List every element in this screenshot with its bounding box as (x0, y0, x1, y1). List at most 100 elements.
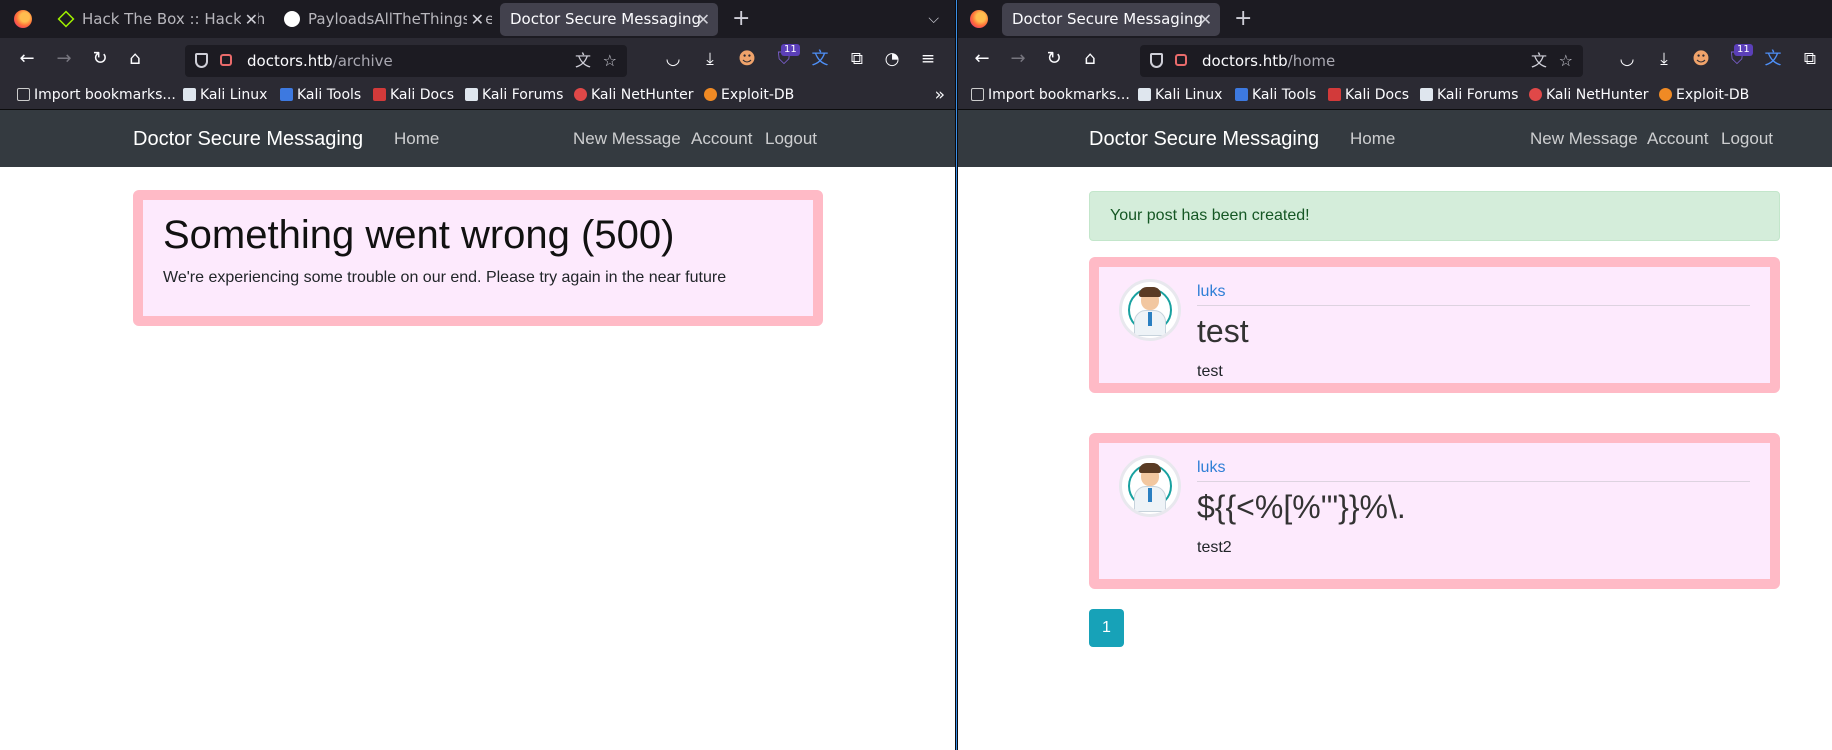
nav-home[interactable]: Home (394, 128, 439, 150)
new-tab-icon[interactable]: + (1234, 4, 1252, 34)
tab-list-chevron-icon[interactable]: ⌵ (928, 4, 939, 34)
home-icon[interactable]: ⌂ (1079, 48, 1101, 70)
bookmark-star-icon[interactable]: ☆ (1559, 45, 1573, 77)
forward-icon[interactable]: → (53, 48, 75, 70)
bookmarks-bar: Import bookmarks... Kali Linux Kali Tool… (0, 82, 955, 110)
back-icon[interactable]: ← (971, 48, 993, 70)
cookie-icon[interactable]: ◔ (880, 47, 904, 71)
post-title: ${{<%[%'"}}%\. (1197, 489, 1406, 525)
post-body: test2 (1197, 539, 1232, 556)
tab-payloadsallthethings[interactable]: PayloadsAllTheThings/Se ✕ (274, 3, 492, 36)
download-icon[interactable]: ⤓ (698, 47, 722, 71)
bookmark-kali-forums[interactable]: Kali Forums (1420, 82, 1518, 108)
translate-extension-icon[interactable]: 文 (808, 47, 832, 71)
shield-icon[interactable] (1150, 53, 1163, 68)
kali-tools-icon (1235, 88, 1248, 101)
bookmarks-bar: Import bookmarks... Kali Linux Kali Tool… (958, 82, 1832, 110)
kali-docs-icon (1328, 88, 1341, 101)
close-tab-icon[interactable]: ✕ (1199, 3, 1212, 36)
htb-cube-icon (57, 10, 75, 28)
close-tab-icon[interactable]: ✕ (697, 3, 710, 36)
tab-hackthebox[interactable]: Hack The Box :: Hack The ✕ (48, 3, 266, 36)
browser-window-left: Hack The Box :: Hack The ✕ PayloadsAllTh… (0, 0, 955, 750)
github-icon (284, 11, 300, 27)
url-bar[interactable]: doctors.htb/archive 文 ☆ (185, 45, 627, 77)
post-divider (1197, 305, 1750, 306)
nav-home[interactable]: Home (1350, 128, 1395, 150)
nav-new-message[interactable]: New Message (573, 128, 681, 150)
bookmark-kali-forums[interactable]: Kali Forums (465, 82, 563, 108)
nav-account[interactable]: Account (691, 128, 752, 150)
nav-new-message[interactable]: New Message (1530, 128, 1638, 150)
translate-icon[interactable]: 文 (1531, 45, 1547, 77)
error-message: We're experiencing some trouble on our e… (163, 269, 727, 286)
post-card: luks test test (1089, 257, 1780, 393)
extension-face-icon[interactable]: ☻ (735, 47, 759, 71)
pagination-page-1[interactable]: 1 (1089, 609, 1124, 647)
bookmark-import[interactable]: Import bookmarks... (971, 82, 1130, 108)
bookmark-kali-docs[interactable]: Kali Docs (373, 82, 454, 108)
shield-extension-icon[interactable]: ⛉ 11 (1725, 44, 1753, 71)
translate-extension-icon[interactable]: 文 (1761, 47, 1785, 71)
firefox-logo-icon (970, 10, 988, 28)
pocket-icon[interactable]: ◡ (1615, 47, 1639, 71)
post-author-link[interactable]: luks (1197, 282, 1225, 302)
bookmark-kali-linux[interactable]: Kali Linux (183, 82, 267, 108)
bookmark-kali-tools[interactable]: Kali Tools (1235, 82, 1316, 108)
kali-dragon-icon (183, 88, 196, 101)
bookmark-star-icon[interactable]: ☆ (603, 45, 617, 77)
back-icon[interactable]: ← (16, 48, 38, 70)
extensions-puzzle-icon[interactable]: ⧉ (1798, 47, 1822, 71)
page-content: Doctor Secure Messaging Home New Message… (0, 110, 955, 750)
tab-doctor-secure-messaging[interactable]: Doctor Secure Messaging ✕ (500, 3, 718, 36)
shield-icon[interactable] (195, 53, 208, 68)
pocket-icon[interactable]: ◡ (661, 47, 685, 71)
browser-toolbar: ← → ↻ ⌂ doctors.htb/archive 文 ☆ ◡ ⤓ ☻ ⛉ 1… (0, 38, 955, 82)
nav-account[interactable]: Account (1647, 128, 1708, 150)
bookmark-kali-tools[interactable]: Kali Tools (280, 82, 361, 108)
doctor-avatar (1119, 455, 1181, 517)
bookmark-kali-linux[interactable]: Kali Linux (1138, 82, 1222, 108)
forward-icon[interactable]: → (1007, 48, 1029, 70)
home-icon[interactable]: ⌂ (124, 48, 146, 70)
doctor-avatar (1119, 279, 1181, 341)
post-card: luks ${{<%[%'"}}%\. test2 (1089, 433, 1780, 589)
kali-forums-icon (465, 88, 478, 101)
site-navbar: Doctor Secure Messaging Home New Message… (958, 110, 1832, 167)
download-icon[interactable]: ⤓ (1652, 47, 1676, 71)
kali-tools-icon (280, 88, 293, 101)
extensions-puzzle-icon[interactable]: ⧉ (845, 47, 869, 71)
extension-face-icon[interactable]: ☻ (1689, 47, 1713, 71)
tab-doctor-secure-messaging[interactable]: Doctor Secure Messaging ✕ (1002, 3, 1220, 36)
nav-logout[interactable]: Logout (765, 128, 817, 150)
insecure-lock-icon[interactable] (1175, 54, 1187, 66)
url-bar[interactable]: doctors.htb/home 文 ☆ (1140, 45, 1583, 77)
post-author-link[interactable]: luks (1197, 458, 1225, 478)
kali-dragon-icon (1138, 88, 1151, 101)
bookmark-exploit-db[interactable]: Exploit-DB (1659, 82, 1749, 108)
bookmark-kali-nethunter[interactable]: Kali NetHunter (1529, 82, 1648, 108)
nav-logout[interactable]: Logout (1721, 128, 1773, 150)
site-brand[interactable]: Doctor Secure Messaging (1089, 127, 1319, 151)
url-text: doctors.htb/archive (247, 52, 393, 70)
shield-extension-icon[interactable]: ⛉ 11 (772, 44, 800, 71)
reload-icon[interactable]: ↻ (89, 48, 111, 70)
translate-icon[interactable]: 文 (575, 45, 591, 77)
error-title: Something went wrong (500) (163, 213, 675, 257)
post-divider (1197, 481, 1750, 482)
site-navbar: Doctor Secure Messaging Home New Message… (0, 110, 955, 167)
bookmark-kali-nethunter[interactable]: Kali NetHunter (574, 82, 693, 108)
page-content: Doctor Secure Messaging Home New Message… (958, 110, 1832, 750)
bookmark-exploit-db[interactable]: Exploit-DB (704, 82, 794, 108)
insecure-lock-icon[interactable] (220, 54, 232, 66)
close-tab-icon[interactable]: ✕ (240, 3, 258, 36)
bookmark-kali-docs[interactable]: Kali Docs (1328, 82, 1409, 108)
close-tab-icon[interactable]: ✕ (466, 3, 484, 36)
bookmarks-overflow-icon[interactable]: » (935, 82, 945, 108)
new-tab-icon[interactable]: + (732, 4, 750, 34)
site-brand[interactable]: Doctor Secure Messaging (133, 127, 363, 151)
bookmark-import[interactable]: Import bookmarks... (17, 82, 176, 108)
exploit-db-icon (1659, 88, 1672, 101)
reload-icon[interactable]: ↻ (1043, 48, 1065, 70)
hamburger-menu-icon[interactable]: ≡ (916, 47, 940, 71)
